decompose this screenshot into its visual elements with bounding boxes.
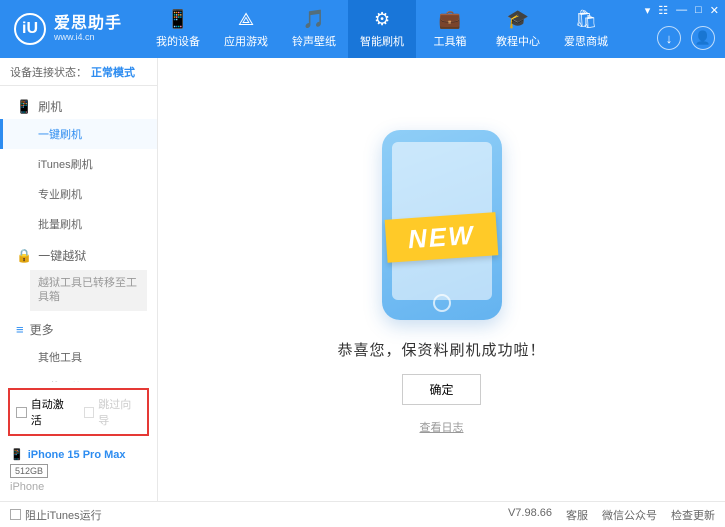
- nav-icon: ⟁: [238, 9, 254, 30]
- nav-label: 铃声壁纸: [292, 33, 336, 49]
- sidebar-item[interactable]: iTunes刷机: [0, 149, 157, 179]
- sidebar-group-0[interactable]: 📱 刷机: [0, 90, 157, 119]
- maximize-icon[interactable]: □: [695, 4, 702, 17]
- app-name: 爱思助手: [54, 15, 122, 33]
- close-icon[interactable]: ✕: [710, 4, 719, 17]
- nav-item-3[interactable]: ⚙ 智能刷机: [348, 0, 416, 58]
- device-info: 📱 iPhone 15 Pro Max 512GB iPhone: [0, 442, 157, 501]
- nav-label: 爱思商城: [564, 33, 608, 49]
- minimize-icon[interactable]: —: [676, 4, 687, 17]
- skip-guide-checkbox[interactable]: 跳过向导: [84, 396, 142, 428]
- success-illustration: NEW: [332, 125, 552, 325]
- highlighted-options: 自动激活 跳过向导: [8, 388, 149, 436]
- group-icon: ≡: [16, 322, 24, 337]
- group-label: 刷机: [38, 98, 62, 115]
- success-message: 恭喜您，保资料刷机成功啦！: [337, 339, 545, 360]
- nav-icon: 🎵: [303, 9, 325, 30]
- nav-label: 工具箱: [434, 33, 467, 49]
- sidebar-item[interactable]: 其他工具: [0, 342, 157, 372]
- status-mode: 正常模式: [91, 64, 135, 80]
- sidebar-item[interactable]: 下载固件: [0, 372, 157, 382]
- nav-item-0[interactable]: 📱 我的设备: [144, 0, 212, 58]
- nav-icon: 🎓: [507, 9, 529, 30]
- group-label: 一键越狱: [38, 247, 86, 264]
- skip-guide-label: 跳过向导: [98, 396, 141, 428]
- nav-label: 应用游戏: [224, 33, 268, 49]
- block-itunes-checkbox[interactable]: 阻止iTunes运行: [10, 507, 102, 523]
- phone-icon: 📱: [10, 448, 24, 461]
- nav-label: 我的设备: [156, 33, 200, 49]
- group-icon: 📱: [16, 99, 32, 115]
- support-link[interactable]: 客服: [566, 507, 588, 523]
- device-name: iPhone 15 Pro Max: [28, 449, 126, 461]
- logo-icon: iU: [14, 13, 46, 45]
- connection-status: 设备连接状态： 正常模式: [0, 58, 157, 86]
- auto-activate-label: 自动激活: [31, 396, 74, 428]
- nav-item-6[interactable]: 🛍 爱思商城: [552, 0, 620, 58]
- device-type: iPhone: [10, 481, 147, 493]
- nav-icon: 💼: [439, 9, 461, 30]
- auto-activate-checkbox[interactable]: 自动激活: [16, 396, 74, 428]
- sidebar-group-1[interactable]: 🔒 一键越狱: [0, 239, 157, 268]
- new-ribbon: NEW: [385, 212, 498, 263]
- user-button[interactable]: 👤: [691, 26, 715, 50]
- nav-item-4[interactable]: 💼 工具箱: [416, 0, 484, 58]
- view-log-link[interactable]: 查看日志: [420, 419, 464, 435]
- sidebar-item[interactable]: 批量刷机: [0, 209, 157, 239]
- download-button[interactable]: ↓: [657, 26, 681, 50]
- sidebar-item: 越狱工具已转移至工具箱: [30, 270, 147, 311]
- sidebar-group-2[interactable]: ≡ 更多: [0, 313, 157, 342]
- app-url: www.i4.cn: [54, 33, 122, 43]
- wechat-link[interactable]: 微信公众号: [602, 507, 657, 523]
- grid-icon[interactable]: ☷: [658, 4, 668, 17]
- nav-item-2[interactable]: 🎵 铃声壁纸: [280, 0, 348, 58]
- group-icon: 🔒: [16, 248, 32, 264]
- version-label: V7.98.66: [508, 507, 552, 523]
- sidebar-item[interactable]: 专业刷机: [0, 179, 157, 209]
- update-link[interactable]: 检查更新: [671, 507, 715, 523]
- nav-item-5[interactable]: 🎓 教程中心: [484, 0, 552, 58]
- sidebar-item[interactable]: 一键刷机: [0, 119, 157, 149]
- status-label: 设备连接状态：: [10, 64, 87, 80]
- device-storage: 512GB: [10, 464, 48, 478]
- block-itunes-label: 阻止iTunes运行: [25, 507, 102, 523]
- nav-label: 智能刷机: [360, 33, 404, 49]
- menu-icon[interactable]: ▾: [645, 4, 651, 17]
- nav-icon: 🛍: [575, 9, 598, 30]
- ok-button[interactable]: 确定: [402, 374, 480, 405]
- nav-icon: ⚙: [374, 9, 390, 30]
- group-label: 更多: [30, 321, 54, 338]
- nav-item-1[interactable]: ⟁ 应用游戏: [212, 0, 280, 58]
- app-logo: iU 爱思助手 www.i4.cn: [0, 13, 136, 45]
- nav-label: 教程中心: [496, 33, 540, 49]
- nav-icon: 📱: [167, 9, 189, 30]
